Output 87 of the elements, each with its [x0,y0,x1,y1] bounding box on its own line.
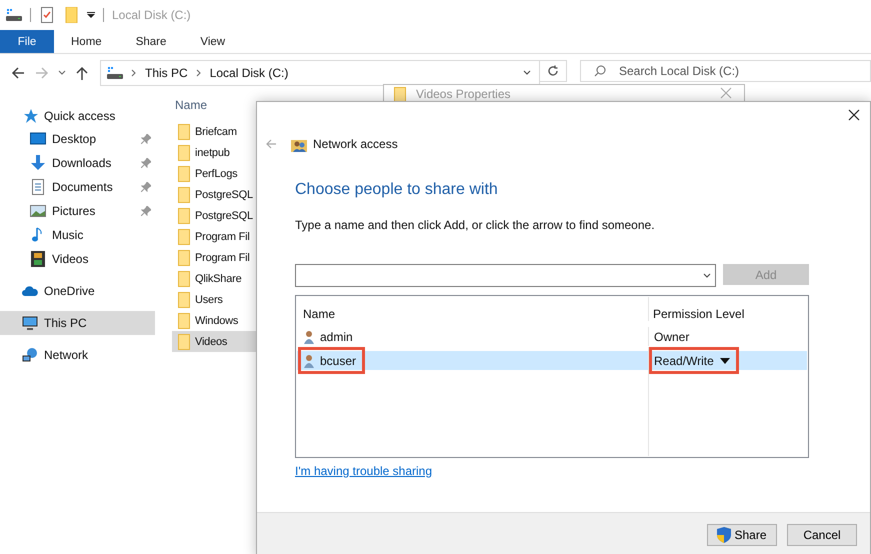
dialog-title: Network access [313,137,398,151]
folder-item[interactable]: QlikShare [172,268,272,289]
folder-item[interactable]: Program Fil [172,226,272,247]
folder-icon [178,166,190,182]
dialog-heading: Choose people to share with [295,181,499,199]
folder-icon [178,292,190,308]
dialog-button[interactable]: Share [707,524,777,546]
folder-item[interactable]: Users [172,289,272,310]
nav-item[interactable]: Videos [0,247,155,271]
user-row[interactable]: bcuser Read/Write [297,347,807,374]
folder-icon [178,208,190,224]
nav-item[interactable]: Downloads [0,151,155,175]
folder-item[interactable]: PostgreSQL [172,205,272,226]
trouble-sharing-link[interactable]: I'm having trouble sharing [295,464,432,478]
folder-icon [178,228,190,244]
pin-icon[interactable] [141,134,151,144]
column-header[interactable]: Name [297,307,648,321]
folder-item[interactable]: PerfLogs [172,163,272,184]
monitor-icon [30,131,46,147]
user-icon [303,354,315,368]
breadcrumb-item[interactable]: This PC [145,66,188,80]
folder-icon [178,144,190,160]
up-arrow-icon[interactable] [74,65,90,81]
pin-icon[interactable] [141,206,151,216]
folder-icon [394,87,406,103]
nav-item[interactable]: Desktop [0,127,155,151]
column-header[interactable]: Permission Level [648,297,807,321]
nav-item[interactable]: Pictures [0,199,155,223]
folder-icon [178,270,190,286]
search-icon [594,65,606,77]
chevron-icon[interactable] [58,69,66,77]
folder-item[interactable]: Program Fil [172,247,272,268]
refresh-icon [547,65,559,77]
chevron-icon[interactable] [703,272,711,280]
nav-item[interactable]: Quick access [0,105,155,127]
folder-item[interactable]: inetpub [172,142,272,163]
chevron-right-icon [131,69,137,77]
drive-icon [107,65,123,81]
nav-item[interactable]: This PC [0,311,155,335]
folder-item[interactable]: Windows [172,310,272,331]
search-field[interactable]: Search Local Disk (C:) [580,60,871,82]
permission-level[interactable]: Read/Write [654,354,714,368]
folder-icon [178,312,190,328]
breadcrumb-item[interactable]: Local Disk (C:) [210,66,288,80]
back-icon[interactable] [10,65,26,81]
nav-item[interactable]: OneDrive [0,279,155,303]
permission-level: Owner [654,330,690,344]
window-title: Local Disk (C:) [112,8,191,22]
chevron-icon[interactable] [523,69,531,77]
close-icon[interactable] [848,109,860,121]
pin-icon[interactable] [141,158,151,168]
ribbon-tab[interactable]: Home [54,30,119,53]
folder-item[interactable]: Briefcam [172,121,272,142]
nav-item[interactable]: Documents [0,175,155,199]
chevron-right-icon [196,69,202,77]
folder-icon [178,186,190,202]
window-title: Videos Properties [416,87,510,101]
checklist-icon[interactable] [39,7,55,23]
folder-icon [178,334,190,350]
pin-icon[interactable] [141,182,151,192]
user-icon [303,330,315,344]
dialog-button[interactable]: Cancel [787,524,857,546]
nav-item[interactable]: Network [0,343,155,367]
picture-icon [30,203,46,219]
folder-icon [178,250,190,266]
user-name: admin [320,330,353,344]
document-icon [30,179,46,195]
down-arrow-icon [30,155,46,171]
refresh-button[interactable] [539,60,567,82]
ribbon-tab[interactable]: View [183,30,242,53]
name-combo-box[interactable] [295,264,716,287]
star-icon [22,108,38,124]
nav-item[interactable]: Music [0,223,155,247]
drive-icon[interactable] [6,7,22,23]
computer-icon [22,315,38,331]
ribbon-tab[interactable]: File [0,30,54,53]
folder-item[interactable]: PostgreSQL [172,184,272,205]
shield-icon [717,527,732,543]
ribbon-tab[interactable]: Share [118,30,184,53]
caret-icon[interactable] [87,11,95,19]
user-row[interactable]: admin Owner [297,327,807,346]
user-name: bcuser [320,354,356,368]
folder-icon [178,124,190,140]
dropdown-arrow-icon[interactable] [720,358,730,364]
film-icon [30,251,46,267]
instruction-text: Type a name and then click Add, or click the arrow to find someone. [295,218,656,232]
network-icon [22,347,38,363]
